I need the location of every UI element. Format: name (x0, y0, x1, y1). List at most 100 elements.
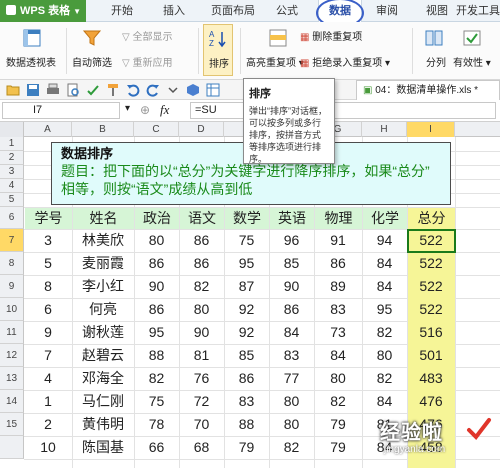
cell-math[interactable]: 87 (224, 275, 269, 298)
cell-id[interactable]: 4 (24, 367, 72, 390)
redo-icon[interactable] (146, 83, 160, 97)
tab-review[interactable]: 审阅 (372, 0, 402, 22)
cell-id[interactable]: 2 (24, 413, 72, 436)
cell-chinese[interactable]: 90 (179, 321, 224, 344)
delete-duplicates-button[interactable]: ▦ 删除重复项 (300, 28, 362, 43)
row-header[interactable]: 8 (0, 252, 24, 275)
cell-english[interactable]: 80 (269, 390, 314, 413)
cell-math[interactable]: 75 (224, 229, 269, 252)
cell-chinese[interactable]: 68 (179, 436, 224, 459)
cell-physics[interactable]: 79 (314, 413, 362, 436)
table-icon[interactable] (206, 83, 220, 97)
spellcheck-icon[interactable] (86, 83, 100, 97)
row-header[interactable]: 15 (0, 413, 24, 436)
row-header[interactable]: 14 (0, 390, 24, 413)
header-math[interactable]: 数学 (225, 208, 269, 229)
undo-icon[interactable] (126, 83, 140, 97)
cell-chinese[interactable]: 81 (179, 344, 224, 367)
cell-politics[interactable]: 90 (134, 275, 179, 298)
header-politics[interactable]: 政治 (135, 208, 179, 229)
row-header[interactable]: 7 (0, 229, 24, 252)
cell-total[interactable]: 501 (407, 344, 455, 367)
cell-politics[interactable]: 80 (134, 229, 179, 252)
file-tab[interactable]: ▣ 04：数据清单操作.xls * (356, 80, 500, 100)
cell-english[interactable]: 96 (269, 229, 314, 252)
row-header[interactable]: 11 (0, 321, 24, 344)
tab-home[interactable]: 开始 (104, 0, 140, 22)
name-box[interactable]: I7 (2, 102, 120, 119)
cell-chemistry[interactable]: 84 (362, 252, 407, 275)
cell-name[interactable]: 黄伟明 (72, 413, 134, 436)
cell-chemistry[interactable]: 94 (362, 229, 407, 252)
chevron-down-icon[interactable]: ▾ (125, 103, 130, 114)
tab-formulas[interactable]: 公式 (270, 0, 304, 22)
cell-physics[interactable]: 91 (314, 229, 362, 252)
sort-button[interactable]: A Z 排序 (203, 24, 233, 76)
row-header[interactable]: 6 (0, 207, 24, 229)
cell-total[interactable]: 516 (407, 321, 455, 344)
cell-politics[interactable]: 86 (134, 252, 179, 275)
column-header-a[interactable]: A (24, 122, 72, 137)
row-header[interactable]: 9 (0, 275, 24, 298)
cell-chinese[interactable]: 70 (179, 413, 224, 436)
row-header[interactable]: 3 (0, 165, 24, 179)
row-header[interactable]: 13 (0, 367, 24, 390)
cell-english[interactable]: 83 (269, 344, 314, 367)
cell-chemistry[interactable]: 80 (362, 344, 407, 367)
row-header[interactable]: 2 (0, 151, 24, 165)
cell-name[interactable]: 邓海全 (72, 367, 134, 390)
header-physics[interactable]: 物理 (315, 208, 362, 229)
folder-icon[interactable] (6, 83, 20, 97)
cell-chinese[interactable]: 76 (179, 367, 224, 390)
row-header[interactable]: 10 (0, 298, 24, 321)
header-english[interactable]: 英语 (270, 208, 314, 229)
cell-chemistry[interactable]: 82 (362, 321, 407, 344)
cell-total[interactable]: 522 (407, 275, 455, 298)
cell-id[interactable]: 8 (24, 275, 72, 298)
cell-math[interactable]: 88 (224, 413, 269, 436)
header-chemistry[interactable]: 化学 (363, 208, 407, 229)
cell-name[interactable]: 林美欣 (72, 229, 134, 252)
column-header-b[interactable]: B (72, 122, 134, 137)
cell-physics[interactable]: 80 (314, 367, 362, 390)
chevron-down-icon[interactable] (166, 83, 180, 97)
cell-chemistry[interactable]: 82 (362, 367, 407, 390)
header-chinese[interactable]: 语文 (180, 208, 224, 229)
cell-chinese[interactable]: 72 (179, 390, 224, 413)
cell-name[interactable]: 陈国基 (72, 436, 134, 459)
cell-politics[interactable]: 82 (134, 367, 179, 390)
cell-id[interactable]: 3 (24, 229, 72, 252)
tab-view[interactable]: 视图 (422, 0, 452, 22)
cell-total[interactable]: 476 (407, 390, 455, 413)
print-preview-icon[interactable] (66, 83, 80, 97)
cell-physics[interactable]: 83 (314, 298, 362, 321)
cell-id[interactable]: 7 (24, 344, 72, 367)
cell-physics[interactable]: 86 (314, 252, 362, 275)
cell-physics[interactable]: 73 (314, 321, 362, 344)
select-all-corner[interactable] (0, 122, 24, 137)
save-icon[interactable] (26, 83, 40, 97)
app-menu-button[interactable]: WPS 表格 ▼ (0, 0, 86, 22)
row-header[interactable]: 5 (0, 193, 24, 207)
cell-id[interactable]: 5 (24, 252, 72, 275)
row-header[interactable] (0, 436, 24, 459)
cell-politics[interactable]: 86 (134, 298, 179, 321)
cell-total[interactable]: 483 (407, 367, 455, 390)
cell-name[interactable]: 谢秋莲 (72, 321, 134, 344)
cell-math[interactable]: 86 (224, 367, 269, 390)
tab-page-layout[interactable]: 页面布局 (205, 0, 261, 22)
cell-math[interactable]: 92 (224, 298, 269, 321)
cell-english[interactable]: 84 (269, 321, 314, 344)
format-painter-icon[interactable] (106, 83, 120, 97)
tab-developer[interactable]: 开发工具 (456, 0, 500, 22)
column-header-c[interactable]: C (134, 122, 179, 137)
reapply-button[interactable]: ▽ 重新应用 (122, 54, 172, 69)
cell-id[interactable]: 9 (24, 321, 72, 344)
show-all-button[interactable]: ▽ 全部显示 (122, 28, 172, 43)
cube-icon[interactable] (186, 83, 200, 97)
cell-math[interactable]: 79 (224, 436, 269, 459)
cell-chinese[interactable]: 86 (179, 229, 224, 252)
row-header[interactable]: 1 (0, 137, 24, 151)
cell-math[interactable]: 83 (224, 390, 269, 413)
cell-math[interactable]: 85 (224, 344, 269, 367)
